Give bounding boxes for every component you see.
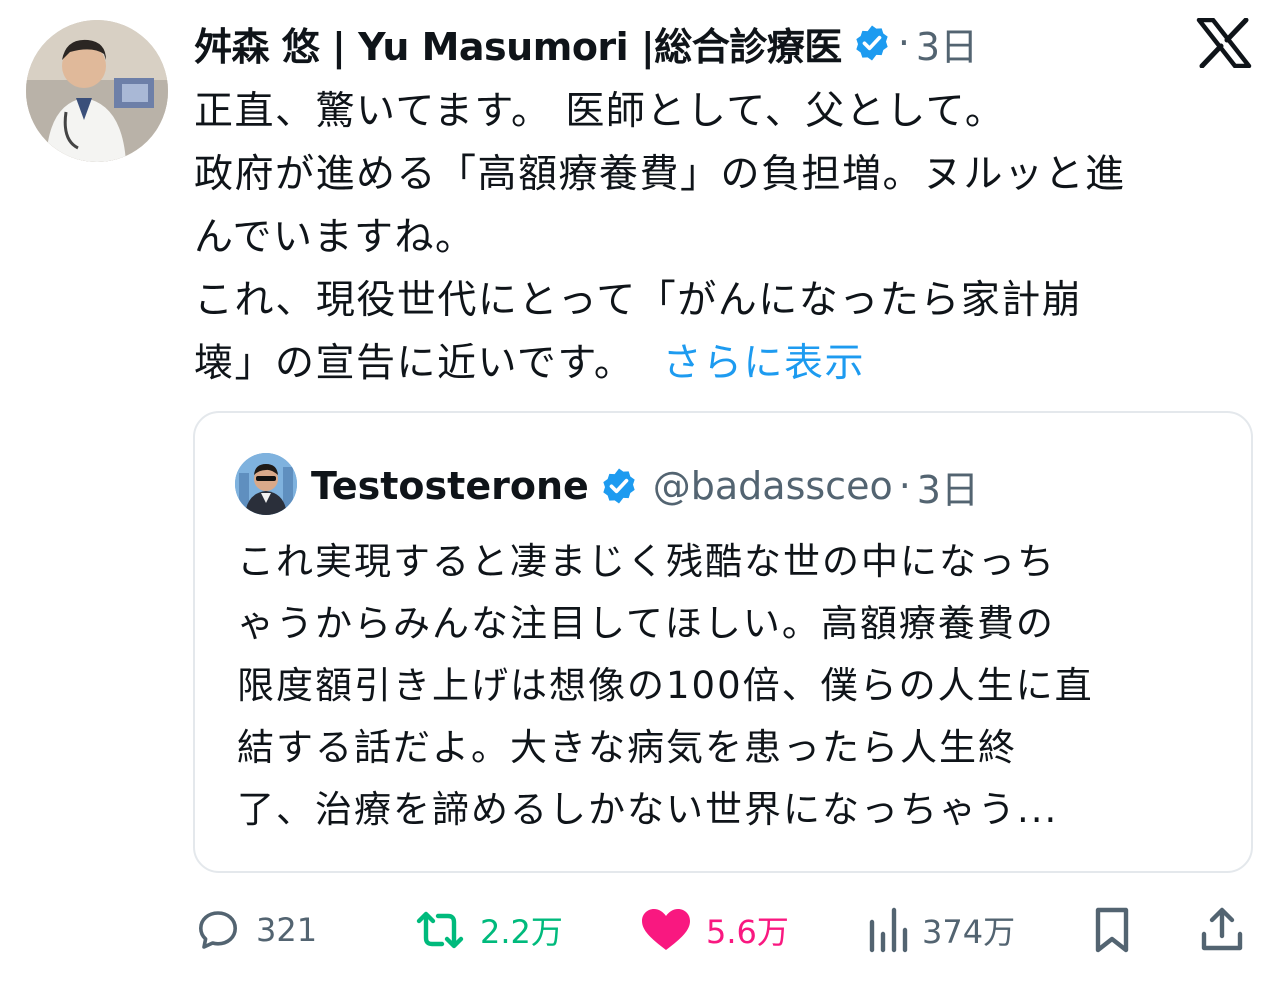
- share-button[interactable]: [1200, 900, 1244, 960]
- views-count: 374万: [922, 913, 1016, 951]
- post-text-line-last: 壊」の宣告に近いです。 さらに表示: [194, 332, 1234, 395]
- reply-button[interactable]: 321: [194, 900, 317, 960]
- quote-text-line: 限度額引き上げは想像の100倍、僕らの人生に直: [237, 664, 1094, 707]
- post-text-line: んでいますね。: [194, 215, 476, 260]
- heart-icon: [642, 909, 690, 950]
- repost-count: 2.2万: [480, 913, 563, 951]
- post-header: 舛森 悠 | Yu Masumori |総合診療医 · 3日: [194, 14, 978, 72]
- bookmark-icon: [1095, 907, 1129, 953]
- repost-icon: [416, 911, 464, 949]
- like-button[interactable]: 5.6万: [640, 900, 789, 960]
- verified-badge-icon: [852, 23, 892, 63]
- views-button[interactable]: 374万: [868, 900, 1015, 960]
- post-text-line: 正直、驚いてます。 医師として、父として。: [194, 89, 1006, 134]
- quote-text-line: ゃうからみんな注目してほしい。高額療養費の: [237, 602, 1055, 645]
- author-name[interactable]: 舛森 悠 | Yu Masumori |総合診療医: [194, 16, 842, 71]
- x-logo-icon: [1196, 17, 1252, 69]
- bookmark-button[interactable]: [1092, 900, 1132, 960]
- dot-separator: ·: [898, 464, 911, 508]
- post-text-line: これ、現役世代にとって「がんになったら家計崩: [194, 278, 1083, 323]
- quote-author-handle: @badassceo: [652, 464, 893, 508]
- post-time[interactable]: 3日: [916, 16, 978, 71]
- quote-text-line: これ実現すると凄まじく残酷な世の中になっち: [237, 540, 1056, 583]
- post-text-line: 政府が進める「高額療養費」の負担増。ヌルッと進: [194, 152, 1126, 197]
- like-count: 5.6万: [706, 913, 789, 951]
- show-more-link[interactable]: さらに表示: [662, 341, 865, 386]
- quote-text-line: 了、治療を諦めるしかない世界になっちゃう...: [237, 788, 1059, 831]
- post-body: 正直、驚いてます。 医師として、父として。 政府が進める「高額療養費」の負担増。…: [194, 80, 1234, 395]
- author-avatar[interactable]: [26, 20, 168, 162]
- quote-text-line: 結する話だよ。大きな病気を患ったら人生終: [237, 726, 1017, 769]
- action-bar: 321 2.2万 5.6万 374万: [194, 900, 1254, 960]
- repost-button[interactable]: 2.2万: [414, 900, 563, 960]
- quote-author-name[interactable]: Testosterone: [311, 464, 589, 508]
- quote-time: 3日: [916, 467, 979, 512]
- share-icon: [1201, 907, 1243, 951]
- post-text-line: 壊」の宣告に近いです。: [194, 341, 635, 386]
- reply-icon: [199, 911, 237, 949]
- dot-separator: ·: [897, 21, 910, 65]
- reply-count: 321: [256, 911, 318, 949]
- quoted-post[interactable]: Testosterone @badassceo · 3日 これ実現すると凄まじく…: [193, 411, 1253, 873]
- verified-badge-icon: [599, 466, 639, 506]
- quote-author-avatar: [235, 453, 297, 515]
- quote-body: これ実現すると凄まじく残酷な世の中になっち ゃうからみんな注目してほしい。高額療…: [237, 531, 1227, 841]
- views-icon: [869, 907, 908, 953]
- quote-header: Testosterone @badassceo · 3日: [311, 455, 979, 517]
